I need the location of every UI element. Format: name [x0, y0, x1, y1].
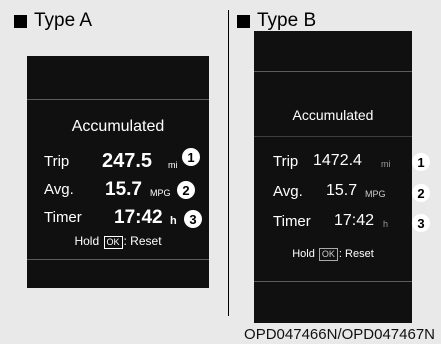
- trip-row: Trip 247.5 mi 1: [44, 148, 204, 174]
- type-a-display: Accumulated Trip 247.5 mi 1 Avg. 15.7 MP…: [27, 56, 209, 288]
- ok-key-icon: OK: [318, 248, 338, 261]
- type-b-heading: Type B: [237, 10, 316, 32]
- avg-value: 15.7: [326, 182, 358, 199]
- hold-suffix: : Reset: [338, 248, 374, 260]
- timer-row: Timer 17:42 h 3: [44, 207, 204, 231]
- timer-label: Timer: [44, 209, 82, 226]
- timer-unit: h: [170, 215, 177, 227]
- timer-value: 17:42: [114, 207, 163, 228]
- trip-value: 247.5: [102, 150, 153, 172]
- figure-caption: OPD047466N/OPD047467N: [244, 326, 435, 343]
- hold-ok-reset: Hold OK: Reset: [27, 234, 209, 249]
- trip-label: Trip: [273, 153, 299, 170]
- band-line: [27, 99, 209, 100]
- avg-label: Avg.: [44, 181, 74, 198]
- hold-prefix: Hold: [74, 234, 100, 248]
- avg-row: Avg. 15.7 MPG: [273, 181, 411, 205]
- callout-1-icon: 1: [412, 153, 430, 171]
- hold-prefix: Hold: [292, 248, 315, 260]
- timer-row: Timer 17:42 h: [273, 211, 411, 235]
- trip-value: 1472.4: [313, 152, 362, 169]
- band-line: [254, 281, 412, 282]
- callout-2-icon: 2: [412, 184, 430, 202]
- type-b-heading-text: Type B: [257, 10, 317, 31]
- trip-label: Trip: [44, 153, 70, 170]
- avg-label: Avg.: [273, 183, 303, 200]
- panel-divider: [228, 10, 229, 316]
- callout-2-icon: 2: [177, 181, 195, 199]
- type-a-heading-text: Type A: [34, 10, 93, 31]
- band-line: [254, 71, 412, 72]
- trip-unit: mi: [381, 159, 391, 169]
- avg-row: Avg. 15.7 MPG 2: [44, 179, 204, 203]
- type-b-display: Accumulated Trip 1472.4 mi Avg. 15.7 MPG…: [254, 31, 412, 323]
- ok-key-icon: OK: [103, 236, 123, 249]
- accumulated-title: Accumulated: [292, 107, 374, 123]
- square-bullet-icon: [14, 14, 27, 28]
- avg-value: 15.7: [105, 179, 142, 200]
- accumulated-title: Accumulated: [71, 118, 165, 135]
- band-line: [27, 259, 209, 260]
- trip-row: Trip 1472.4 mi: [273, 151, 411, 175]
- timer-unit: h: [383, 219, 389, 229]
- hold-suffix: : Reset: [123, 234, 162, 248]
- square-bullet-icon: [237, 14, 250, 28]
- band-line: [254, 136, 412, 137]
- avg-unit: MPG: [365, 189, 386, 199]
- timer-label: Timer: [273, 213, 311, 230]
- trip-unit: mi: [168, 160, 178, 170]
- timer-value: 17:42: [334, 212, 375, 229]
- callout-1-icon: 1: [182, 148, 200, 166]
- type-a-heading: Type A: [14, 10, 92, 32]
- avg-unit: MPG: [150, 188, 171, 198]
- hold-ok-reset: Hold OK: Reset: [254, 248, 412, 261]
- callout-3-icon: 3: [412, 214, 430, 232]
- callout-3-icon: 3: [184, 210, 202, 228]
